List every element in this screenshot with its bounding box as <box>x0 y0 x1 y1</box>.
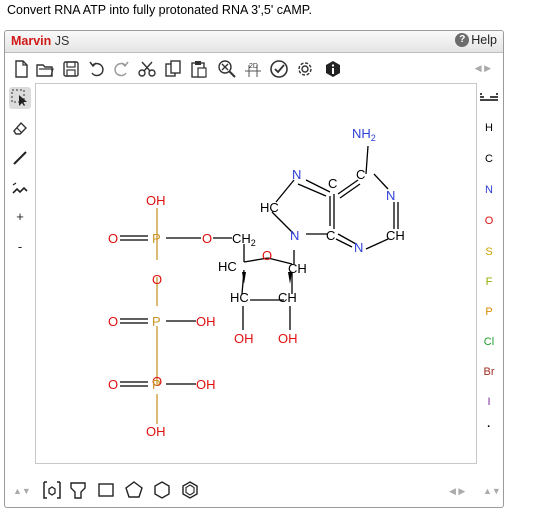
element-S[interactable]: S <box>475 246 503 258</box>
erase-tool[interactable] <box>9 117 31 139</box>
label-hc-ring2: HC <box>230 290 249 305</box>
label-oh-2b: OH <box>278 331 298 346</box>
element-palette: H C N O S F P Cl Br I · <box>475 83 503 464</box>
label-p2: P <box>152 314 161 329</box>
help-label: Help <box>471 33 497 47</box>
label-p3: P <box>152 377 161 392</box>
redo-icon[interactable] <box>111 59 131 79</box>
copy-icon[interactable] <box>163 59 183 79</box>
element-N[interactable]: N <box>475 184 503 196</box>
label-n-b: N <box>386 188 395 203</box>
brand-main: Marvin <box>11 34 52 48</box>
label-o-link: O <box>202 231 212 246</box>
label-oh-bottom: OH <box>146 424 166 439</box>
label-hc-a: HC <box>260 200 279 215</box>
drawing-canvas[interactable]: OH O P O CH2 O O P OH O O P OH OH HC O C… <box>35 83 477 464</box>
label-o-bridge1: O <box>152 272 162 287</box>
label-ch2: CH2 <box>232 231 256 248</box>
help-icon: ? <box>455 33 470 47</box>
label-c-c: C <box>326 228 335 243</box>
cut-icon[interactable] <box>137 59 157 79</box>
save-icon[interactable] <box>61 59 81 79</box>
zoom-icon[interactable] <box>217 59 237 79</box>
open-icon[interactable] <box>35 59 55 79</box>
element-C[interactable]: C <box>475 153 503 165</box>
bottom-right-scroll[interactable]: ▲▼ <box>483 486 501 496</box>
undo-icon[interactable] <box>87 59 107 79</box>
label-c-top: C <box>356 167 365 182</box>
toolbar-scroll-arrows[interactable]: ◀ ▶ <box>475 63 491 74</box>
left-toolbar: + - <box>5 83 35 463</box>
new-document-icon[interactable] <box>11 59 31 79</box>
label-hc-ring1: HC <box>218 259 237 274</box>
bottom-left-scroll[interactable]: ▲▼ <box>13 486 31 496</box>
label-nh2: NH2 <box>352 126 376 143</box>
template-icon[interactable] <box>67 479 89 501</box>
label-p1: P <box>152 231 161 246</box>
help-button[interactable]: ? Help <box>455 33 497 47</box>
label-o1: O <box>108 231 118 246</box>
label-o3: O <box>108 377 118 392</box>
label-n-c: N <box>290 228 299 243</box>
element-F[interactable]: F <box>475 276 503 288</box>
hexagon-icon[interactable] <box>151 479 173 501</box>
label-ch-ring2: CH <box>278 290 297 305</box>
label-oh-2a: OH <box>234 331 254 346</box>
element-Br[interactable]: Br <box>475 366 503 378</box>
element-H[interactable]: H <box>475 122 503 134</box>
element-I[interactable]: I <box>475 396 503 408</box>
top-toolbar: 2D ◀ ▶ <box>5 54 503 82</box>
label-n-d: N <box>354 240 363 255</box>
chain-tool[interactable] <box>9 177 31 199</box>
bottom-toolbar: ▲▼ ◀ ▶ ▲▼ <box>5 471 503 507</box>
periodic-table-icon[interactable] <box>475 93 503 106</box>
element-O[interactable]: O <box>475 215 503 227</box>
element-Cl[interactable]: Cl <box>475 336 503 348</box>
bond-tool[interactable] <box>9 147 31 169</box>
2d-clean-icon[interactable]: 2D <box>243 59 263 79</box>
checkmark-icon[interactable] <box>269 59 289 79</box>
label-oh-top: OH <box>146 193 166 208</box>
benzene-bracket-icon[interactable] <box>41 479 63 501</box>
label-ch-ring1: CH <box>288 261 307 276</box>
element-dot[interactable]: · <box>475 421 503 433</box>
hexagon-aromatic-icon[interactable] <box>179 479 201 501</box>
settings-icon[interactable] <box>295 59 315 79</box>
marvin-window: Marvin JS ? Help 2D ◀ ▶ + - OH O P O CH2… <box>4 30 504 508</box>
bottom-scroll-arrows[interactable]: ◀ ▶ <box>449 486 465 497</box>
select-tool[interactable] <box>9 87 31 109</box>
label-oh-p3: OH <box>196 377 216 392</box>
charge-minus[interactable]: - <box>9 235 31 257</box>
label-c-a: C <box>328 176 337 191</box>
label-o-ring: O <box>262 248 272 263</box>
element-P[interactable]: P <box>475 306 503 318</box>
label-n-a: N <box>292 167 301 182</box>
label-o2: O <box>108 314 118 329</box>
pentagon-icon[interactable] <box>123 479 145 501</box>
molecule-drawing: OH O P O CH2 O O P OH O O P OH OH HC O C… <box>108 126 405 439</box>
label-oh-p2: OH <box>196 314 216 329</box>
paste-icon[interactable] <box>189 59 209 79</box>
brand-sub: JS <box>51 34 70 48</box>
clean-label: 2D <box>249 63 258 70</box>
title-bar: Marvin JS ? Help <box>5 31 503 53</box>
info-icon[interactable] <box>323 59 343 79</box>
task-prompt: Convert RNA ATP into fully protonated RN… <box>7 3 312 17</box>
label-ch-d: CH <box>386 228 405 243</box>
app-brand: Marvin JS <box>11 34 69 48</box>
square-icon[interactable] <box>95 479 117 501</box>
charge-plus[interactable]: + <box>9 205 31 227</box>
